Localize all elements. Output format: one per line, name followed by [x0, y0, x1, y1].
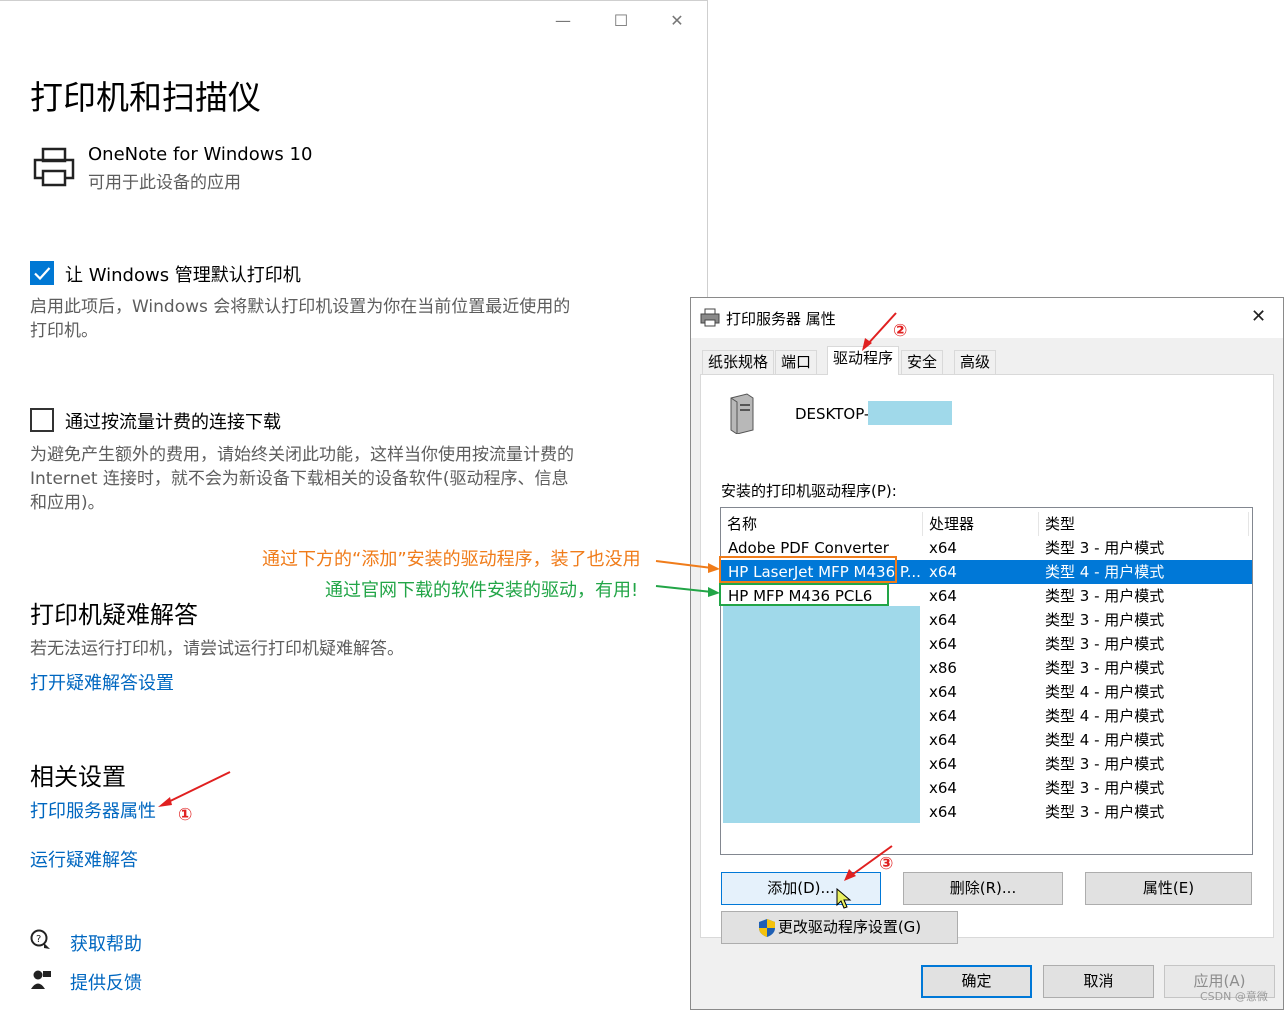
column-processor[interactable]: 处理器 [923, 512, 1039, 536]
column-type[interactable]: 类型 [1039, 512, 1249, 536]
related-settings-heading: 相关设置 [30, 763, 126, 791]
processor-cell: x64 [929, 587, 957, 605]
processor-cell: x86 [929, 659, 957, 677]
annotation-connectors [655, 560, 720, 597]
orange-highlight-box [719, 556, 897, 583]
orange-annotation: 通过下方的“添加”安装的驱动程序，装了也没用 [262, 549, 641, 570]
metered-desc-3: 和应用)。 [30, 493, 105, 513]
change-driver-settings-button[interactable]: 更改驱动程序设置(G) [721, 911, 958, 944]
cancel-button[interactable]: 取消 [1043, 965, 1154, 998]
close-button[interactable]: ✕ [662, 9, 692, 33]
dialog-close-icon[interactable]: ✕ [1251, 306, 1266, 327]
app-name[interactable]: OneNote for Windows 10 [88, 144, 312, 165]
print-server-properties-link[interactable]: 打印服务器属性 [30, 797, 156, 823]
type-cell: 类型 3 - 用户模式 [1045, 779, 1165, 797]
annotation-arrow-2 [862, 312, 897, 351]
metered-download-label[interactable]: 通过按流量计费的连接下载 [65, 408, 281, 434]
help-chat-icon: ? [30, 929, 52, 951]
metered-desc-2: Internet 连接时，就不会为新设备下载相关的设备软件(驱动程序、信息 [30, 469, 569, 489]
page-title: 打印机和扫描仪 [30, 78, 261, 117]
printer-icon[interactable] [32, 145, 76, 189]
green-highlight-box [719, 583, 889, 606]
checkmark-icon [34, 267, 51, 281]
type-cell: 类型 3 - 用户模式 [1045, 587, 1165, 605]
type-cell: 类型 4 - 用户模式 [1045, 563, 1165, 581]
step-3-marker: ③ [879, 854, 894, 874]
default-printer-label[interactable]: 让 Windows 管理默认打印机 [65, 261, 301, 287]
type-cell: 类型 3 - 用户模式 [1045, 539, 1165, 557]
watermark: CSDN @意微 [1200, 990, 1268, 1003]
default-printer-desc-2: 打印机。 [30, 321, 98, 341]
tab-security[interactable]: 安全 [901, 350, 944, 374]
green-annotation: 通过官网下载的软件安装的驱动，有用! [325, 580, 639, 601]
print-server-properties-dialog: 打印服务器 属性 ✕ 纸张规格 端口 驱动程序 安全 高级 ② DESKTOP-… [690, 297, 1284, 1010]
processor-cell: x64 [929, 539, 957, 557]
column-name[interactable]: 名称 [721, 512, 923, 536]
processor-cell: x64 [929, 611, 957, 629]
change-driver-settings-label: 更改驱动程序设置(G) [777, 918, 922, 936]
processor-cell: x64 [929, 755, 957, 773]
type-cell: 类型 3 - 用户模式 [1045, 803, 1165, 821]
tab-advanced[interactable]: 高级 [954, 350, 997, 374]
processor-cell: x64 [929, 731, 957, 749]
dialog-titlebar: 打印服务器 属性 ✕ [691, 298, 1283, 338]
ok-button[interactable]: 确定 [921, 965, 1032, 998]
processor-cell: x64 [929, 683, 957, 701]
type-cell: 类型 4 - 用户模式 [1045, 683, 1165, 701]
default-printer-checkbox[interactable] [30, 261, 54, 285]
installed-drivers-label: 安装的打印机驱动程序(P): [721, 482, 897, 500]
tab-ports[interactable]: 端口 [775, 350, 818, 374]
type-cell: 类型 4 - 用户模式 [1045, 707, 1165, 725]
settings-window: — ☐ ✕ 打印机和扫描仪 OneNote for Windows 10 可用于… [0, 0, 708, 1010]
minimize-button[interactable]: — [548, 9, 578, 33]
step-1-marker: ① [178, 805, 193, 825]
svg-text:?: ? [36, 934, 41, 945]
printer-small-icon [700, 308, 720, 328]
type-cell: 类型 3 - 用户模式 [1045, 611, 1165, 629]
annotation-arrow-1 [158, 771, 231, 807]
redacted-driver-names [723, 606, 920, 823]
type-cell: 类型 3 - 用户模式 [1045, 755, 1165, 773]
open-troubleshoot-settings-link[interactable]: 打开疑难解答设置 [30, 669, 174, 695]
mouse-cursor-icon [836, 888, 852, 909]
run-troubleshooter-link[interactable]: 运行疑难解答 [30, 846, 138, 872]
type-cell: 类型 3 - 用户模式 [1045, 635, 1165, 653]
type-cell: 类型 3 - 用户模式 [1045, 659, 1165, 677]
computer-name: DESKTOP- [795, 405, 870, 423]
processor-cell: x64 [929, 635, 957, 653]
metered-desc-1: 为避免产生额外的费用，请始终关闭此功能，这样当你使用按流量计费的 [30, 445, 574, 465]
app-subtitle: 可用于此设备的应用 [88, 173, 241, 193]
get-help-link[interactable]: 获取帮助 [70, 930, 142, 956]
dialog-title: 打印服务器 属性 [726, 310, 836, 328]
metered-download-checkbox[interactable] [30, 408, 54, 432]
processor-cell: x64 [929, 707, 957, 725]
processor-cell: x64 [929, 563, 957, 581]
driver-properties-button[interactable]: 属性(E) [1085, 872, 1252, 905]
default-printer-desc-1: 启用此项后，Windows 会将默认打印机设置为你在当前位置最近使用的 [30, 297, 571, 317]
troubleshoot-desc: 若无法运行打印机，请尝试运行打印机疑难解答。 [30, 639, 404, 659]
type-cell: 类型 4 - 用户模式 [1045, 731, 1165, 749]
redacted-computer-name [868, 401, 952, 425]
uac-shield-icon [759, 919, 775, 937]
feedback-link[interactable]: 提供反馈 [70, 969, 142, 995]
tab-paper[interactable]: 纸张规格 [702, 350, 775, 374]
maximize-button[interactable]: ☐ [606, 9, 636, 33]
computer-tower-icon [727, 392, 755, 435]
processor-cell: x64 [929, 779, 957, 797]
remove-driver-button[interactable]: 删除(R)... [903, 872, 1063, 905]
feedback-person-icon [30, 969, 52, 991]
processor-cell: x64 [929, 803, 957, 821]
troubleshoot-heading: 打印机疑难解答 [30, 601, 198, 629]
